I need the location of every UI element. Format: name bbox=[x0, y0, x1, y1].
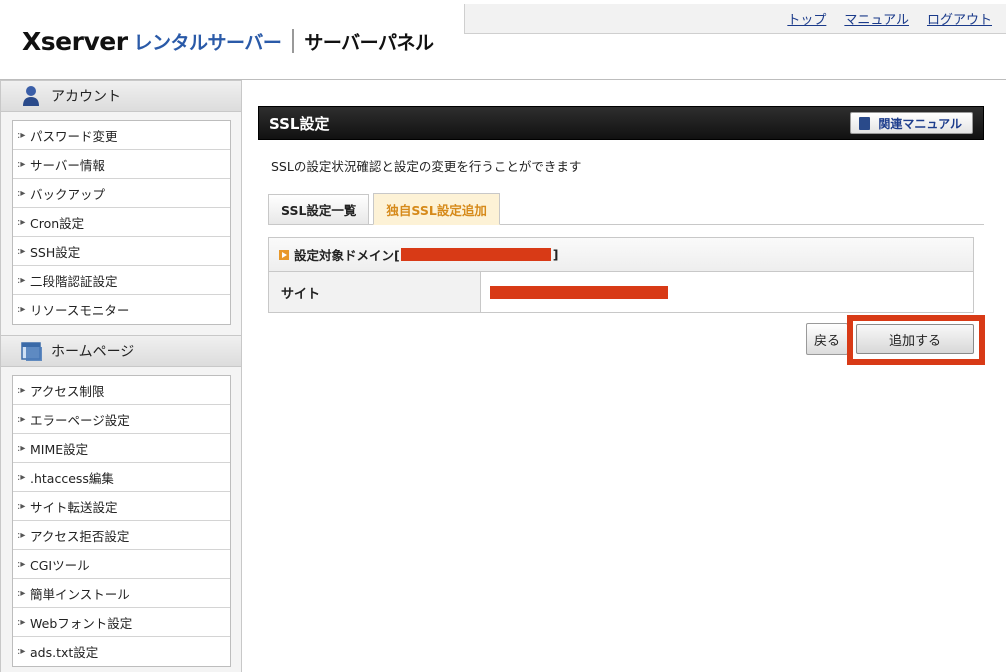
tab-bar: SSL設定一覧 独自SSL設定追加 bbox=[268, 193, 984, 225]
form-actions: 戻る 追加する bbox=[258, 313, 985, 369]
sidebar-item-label: リソースモニター bbox=[30, 303, 130, 318]
tab-add-ssl[interactable]: 独自SSL設定追加 bbox=[373, 193, 500, 225]
sidebar-item-label: MIME設定 bbox=[30, 441, 89, 457]
arrow-icon: :▸ bbox=[17, 616, 26, 628]
logo-product: レンタルサーバー bbox=[133, 31, 282, 54]
site-label: サイト bbox=[269, 272, 481, 312]
arrow-icon: :▸ bbox=[17, 471, 26, 483]
sidebar-item-server-info[interactable]: :▸ サーバー情報 bbox=[13, 150, 230, 179]
sidebar-item-label: バックアップ bbox=[30, 186, 106, 202]
sidebar-item-label: アクセス拒否設定 bbox=[30, 528, 130, 544]
arrow-icon: :▸ bbox=[17, 245, 26, 257]
arrow-icon: :▸ bbox=[17, 274, 26, 286]
sidebar-item-label: サーバー情報 bbox=[30, 157, 105, 173]
play-marker-icon bbox=[279, 249, 289, 260]
sidebar-item-web-font[interactable]: :▸ Webフォント設定 bbox=[13, 608, 230, 637]
sidebar-item-label: サイト転送設定 bbox=[30, 499, 118, 515]
arrow-icon: :▸ bbox=[17, 413, 26, 425]
sidebar-item-error-page[interactable]: :▸ エラーページ設定 bbox=[13, 405, 230, 434]
sidebar-section-account: アカウント bbox=[1, 80, 241, 112]
sidebar-item-label: アクセス制限 bbox=[30, 383, 105, 399]
arrow-icon: :▸ bbox=[17, 158, 26, 170]
arrow-icon: :▸ bbox=[17, 529, 26, 541]
redacted-site bbox=[490, 285, 668, 299]
back-button[interactable]: 戻る bbox=[806, 323, 848, 355]
tab-label: 独自SSL設定追加 bbox=[386, 202, 487, 218]
sidebar-item-backup[interactable]: :▸ バックアップ bbox=[13, 179, 230, 208]
sidebar-item-password[interactable]: :▸ パスワード変更 bbox=[13, 121, 230, 150]
page-title-bar: SSL設定 関連マニュアル bbox=[258, 106, 984, 140]
sidebar-item-cron[interactable]: :▸ Cron設定 bbox=[13, 208, 230, 237]
sidebar-item-label: 二段階認証設定 bbox=[30, 273, 118, 289]
site-value[interactable] bbox=[481, 272, 973, 312]
site-row: サイト bbox=[269, 272, 973, 312]
logo-brand: Xserver bbox=[22, 26, 128, 56]
ssl-add-form: 設定対象ドメイン[ ] サイト bbox=[268, 237, 974, 313]
arrow-icon: :▸ bbox=[17, 304, 26, 315]
arrow-icon: :▸ bbox=[17, 216, 26, 228]
target-domain-label: 設定対象ドメイン[ bbox=[294, 248, 400, 263]
target-domain-row: 設定対象ドメイン[ ] bbox=[269, 238, 973, 272]
nav-link-top[interactable]: トップ bbox=[787, 9, 826, 28]
sidebar-item-ssh[interactable]: :▸ SSH設定 bbox=[13, 237, 230, 266]
sidebar-item-access-limit[interactable]: :▸ アクセス制限 bbox=[13, 376, 230, 405]
sidebar-item-htaccess[interactable]: :▸ .htaccess編集 bbox=[13, 463, 230, 492]
add-button[interactable]: 追加する bbox=[856, 324, 974, 354]
sidebar-item-ads-txt[interactable]: :▸ ads.txt設定 bbox=[13, 637, 230, 666]
window-icon bbox=[21, 340, 42, 362]
sidebar-item-site-redirect[interactable]: :▸ サイト転送設定 bbox=[13, 492, 230, 521]
sidebar-item-label: パスワード変更 bbox=[30, 128, 118, 144]
arrow-icon: :▸ bbox=[17, 587, 26, 599]
sidebar-menu-homepage: :▸ アクセス制限 :▸ エラーページ設定 :▸ MIME設定 :▸ .htaccess… bbox=[12, 375, 231, 667]
arrow-icon: :▸ bbox=[17, 129, 26, 141]
sidebar-item-mime[interactable]: :▸ MIME設定 bbox=[13, 434, 230, 463]
arrow-icon: :▸ bbox=[17, 558, 26, 570]
page-description: SSLの設定状況確認と設定の変更を行うことができます bbox=[271, 159, 582, 174]
header: Xserver レンタルサーバー サーバーパネル トップ マニュアル ログアウト bbox=[0, 0, 1006, 80]
arrow-icon: :▸ bbox=[17, 442, 26, 454]
sidebar-item-access-deny[interactable]: :▸ アクセス拒否設定 bbox=[13, 521, 230, 550]
related-manual-button[interactable]: 関連マニュアル bbox=[850, 112, 973, 134]
tab-label: SSL設定一覧 bbox=[281, 203, 357, 218]
arrow-icon: :▸ bbox=[17, 187, 26, 199]
book-icon bbox=[859, 116, 871, 130]
sidebar-section-homepage: ホームページ bbox=[1, 335, 241, 367]
sidebar-item-2fa[interactable]: :▸ 二段階認証設定 bbox=[13, 266, 230, 295]
arrow-icon: :▸ bbox=[17, 384, 26, 396]
logo-divider bbox=[292, 29, 295, 53]
main-content: SSL設定 関連マニュアル SSLの設定状況確認と設定の変更を行うことができます… bbox=[258, 106, 985, 369]
sidebar-item-easy-install[interactable]: :▸ 簡単インストール bbox=[13, 579, 230, 608]
sidebar: アカウント :▸ パスワード変更 :▸ サーバー情報 :▸ バックアップ :▸ Cron… bbox=[0, 80, 242, 672]
logo[interactable]: Xserver レンタルサーバー サーバーパネル bbox=[22, 26, 434, 56]
sidebar-item-label: SSH設定 bbox=[30, 244, 81, 260]
arrow-icon: :▸ bbox=[17, 500, 26, 512]
sidebar-item-label: .htaccess編集 bbox=[30, 470, 114, 486]
page-title: SSL設定 bbox=[269, 114, 330, 133]
arrow-icon: :▸ bbox=[17, 646, 26, 657]
target-domain-bracket: ] bbox=[552, 247, 559, 262]
sidebar-item-label: エラーページ設定 bbox=[30, 412, 130, 428]
sidebar-item-label: 簡単インストール bbox=[30, 586, 130, 602]
logo-panel: サーバーパネル bbox=[304, 31, 434, 54]
nav-link-logout[interactable]: ログアウト bbox=[927, 9, 992, 28]
redacted-domain bbox=[400, 248, 551, 261]
sidebar-menu-account: :▸ パスワード変更 :▸ サーバー情報 :▸ バックアップ :▸ Cron設定 :▸ S… bbox=[12, 120, 231, 325]
nav-link-manual[interactable]: マニュアル bbox=[844, 9, 909, 28]
sidebar-section-title: アカウント bbox=[51, 89, 121, 105]
sidebar-item-label: Cron設定 bbox=[30, 215, 85, 231]
sidebar-section-title: ホームページ bbox=[51, 344, 135, 360]
tab-ssl-list[interactable]: SSL設定一覧 bbox=[268, 194, 370, 224]
sidebar-item-cgi-tools[interactable]: :▸ CGIツール bbox=[13, 550, 230, 579]
user-icon bbox=[21, 85, 41, 107]
sidebar-item-label: Webフォント設定 bbox=[30, 615, 133, 631]
sidebar-item-label: CGIツール bbox=[30, 557, 90, 573]
sidebar-item-label: ads.txt設定 bbox=[30, 645, 99, 660]
sidebar-item-resource-monitor[interactable]: :▸ リソースモニター bbox=[13, 295, 230, 324]
top-nav: トップ マニュアル ログアウト bbox=[464, 4, 1006, 34]
related-manual-label: 関連マニュアル bbox=[878, 116, 962, 131]
